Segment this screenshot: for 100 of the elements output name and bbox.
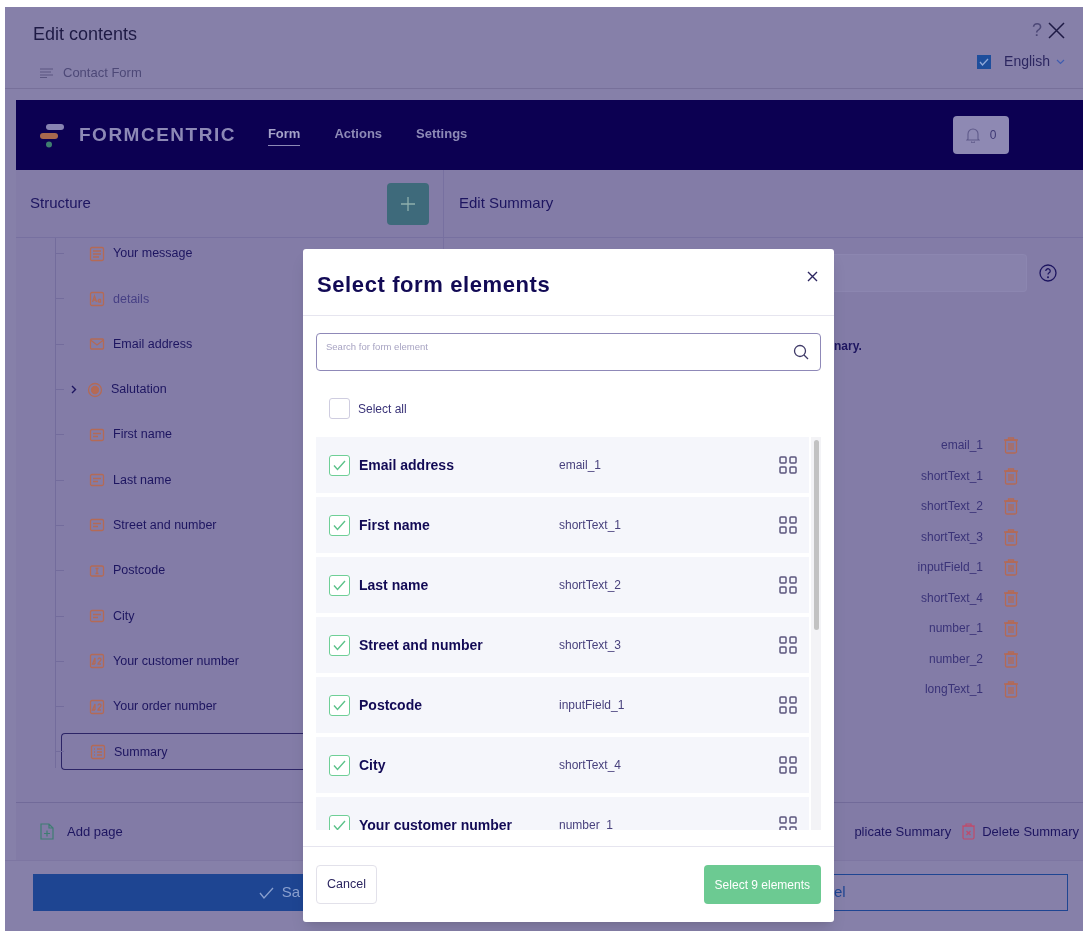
add-page-button[interactable]: Add page — [67, 821, 123, 842]
duplicate-summary-button[interactable]: plicate Summary — [854, 821, 952, 842]
input-cursor-icon — [89, 562, 105, 579]
brand-name: FORMCENTRIC — [79, 122, 236, 147]
trash-icon[interactable] — [1003, 527, 1019, 546]
number-icon — [89, 698, 105, 715]
element-row[interactable]: First name shortText_1 — [316, 497, 809, 553]
short-text-icon — [89, 426, 105, 443]
element-id: number_2 — [928, 650, 983, 668]
save-button[interactable]: Sa — [33, 874, 303, 911]
summary-title-field[interactable] — [834, 254, 1027, 292]
tree-item[interactable]: Your message — [61, 238, 303, 273]
number-icon — [89, 653, 105, 670]
element-id: longText_1 — [924, 681, 983, 699]
check-icon — [333, 819, 346, 830]
tree-item[interactable]: Summary — [61, 733, 303, 771]
tree-item[interactable]: Last name — [61, 461, 303, 499]
panel-title: Structure — [30, 193, 91, 214]
add-button[interactable] — [387, 182, 429, 225]
grid-icon[interactable] — [779, 576, 797, 594]
close-icon[interactable] — [807, 271, 818, 282]
trash-icon[interactable] — [1003, 680, 1019, 699]
caret-icon — [1056, 58, 1065, 65]
radio-icon — [87, 381, 103, 398]
tree-item[interactable]: City — [61, 597, 303, 635]
check-icon — [258, 886, 274, 899]
cancel-button[interactable]: Cancel — [316, 865, 377, 904]
window-title: Edit contents — [33, 23, 139, 46]
element-row[interactable]: Email address email_1 — [316, 437, 809, 493]
panel-title: Edit Summary — [459, 193, 554, 214]
element-checkbox[interactable] — [329, 454, 350, 476]
description-text: nary. — [834, 338, 863, 355]
tree-item[interactable]: Email address — [61, 325, 303, 363]
scrollbar[interactable] — [813, 440, 819, 630]
tree-item[interactable]: Your order number — [61, 688, 303, 726]
tree-item[interactable]: Your customer number — [61, 642, 303, 680]
cancel-button[interactable]: el — [834, 874, 1068, 911]
help-button[interactable]: ? — [1032, 21, 1042, 39]
delete-summary-button[interactable]: Delete Summary — [982, 821, 1079, 842]
element-row[interactable]: Street and number shortText_3 — [316, 617, 809, 673]
grid-icon[interactable] — [779, 636, 797, 654]
logo-icon — [40, 122, 64, 148]
short-text-icon — [89, 517, 105, 534]
element-checkbox[interactable] — [329, 694, 350, 716]
nav-tab[interactable]: Settings — [416, 123, 468, 147]
trash-icon[interactable] — [1003, 436, 1019, 455]
short-text-icon — [89, 608, 105, 624]
element-checkbox[interactable] — [329, 574, 350, 596]
element-id: number_1 — [928, 620, 983, 638]
plus-icon — [400, 195, 416, 212]
add-page-icon — [40, 823, 54, 840]
tree-item[interactable]: Postcode — [61, 552, 303, 590]
element-row[interactable]: Last name shortText_2 — [316, 557, 809, 613]
element-row[interactable]: City shortText_4 — [316, 737, 809, 793]
check-icon — [333, 759, 346, 771]
chevron-icon[interactable] — [71, 385, 77, 395]
trash-icon[interactable] — [1003, 466, 1019, 485]
trash-icon[interactable] — [1003, 649, 1019, 668]
notifications-button[interactable]: 0 — [953, 116, 1009, 154]
check-icon — [333, 519, 346, 531]
check-icon — [333, 699, 346, 711]
select-all-checkbox[interactable] — [329, 398, 350, 419]
element-checkbox[interactable] — [329, 634, 350, 656]
language-dropdown[interactable]: English — [1004, 51, 1065, 72]
nav-tab[interactable]: Form — [267, 123, 301, 147]
nav-tab[interactable]: Actions — [334, 123, 383, 147]
trash-icon[interactable] — [1003, 497, 1019, 516]
grid-icon[interactable] — [779, 516, 797, 534]
select-all-label: Select all — [358, 400, 407, 418]
trash-icon[interactable] — [1003, 558, 1019, 577]
bell-icon — [965, 127, 980, 143]
element-row[interactable]: Postcode inputField_1 — [316, 677, 809, 733]
grid-icon[interactable] — [779, 816, 797, 830]
trash-icon[interactable] — [1003, 588, 1019, 607]
trash-icon[interactable] — [1003, 619, 1019, 638]
lines-icon — [40, 67, 53, 78]
element-checkbox[interactable] — [329, 514, 350, 536]
grid-icon[interactable] — [779, 456, 797, 474]
grid-icon[interactable] — [779, 756, 797, 774]
element-checkbox[interactable] — [329, 754, 350, 776]
element-checkbox[interactable] — [329, 814, 350, 830]
check-icon — [333, 459, 346, 471]
element-id: shortText_2 — [920, 498, 983, 516]
language-checkbox[interactable] — [977, 54, 992, 69]
grid-icon[interactable] — [779, 696, 797, 714]
help-icon[interactable] — [1039, 264, 1057, 282]
form-name: Contact Form — [63, 64, 142, 82]
delete-icon — [961, 823, 977, 840]
tree-item[interactable]: First name — [61, 416, 303, 454]
envelope-icon — [89, 336, 105, 353]
tree-item[interactable]: Street and number — [61, 506, 303, 544]
element-id: shortText_1 — [920, 467, 983, 485]
element-id: shortText_4 — [920, 589, 983, 607]
search-icon[interactable] — [793, 344, 809, 360]
element-id: shortText_3 — [920, 528, 983, 546]
check-icon — [333, 639, 346, 651]
text-style-icon — [89, 290, 105, 307]
tree-item[interactable]: Salutation — [61, 371, 303, 409]
check-icon — [979, 57, 990, 66]
dialog-title: Select form elements — [317, 271, 551, 299]
